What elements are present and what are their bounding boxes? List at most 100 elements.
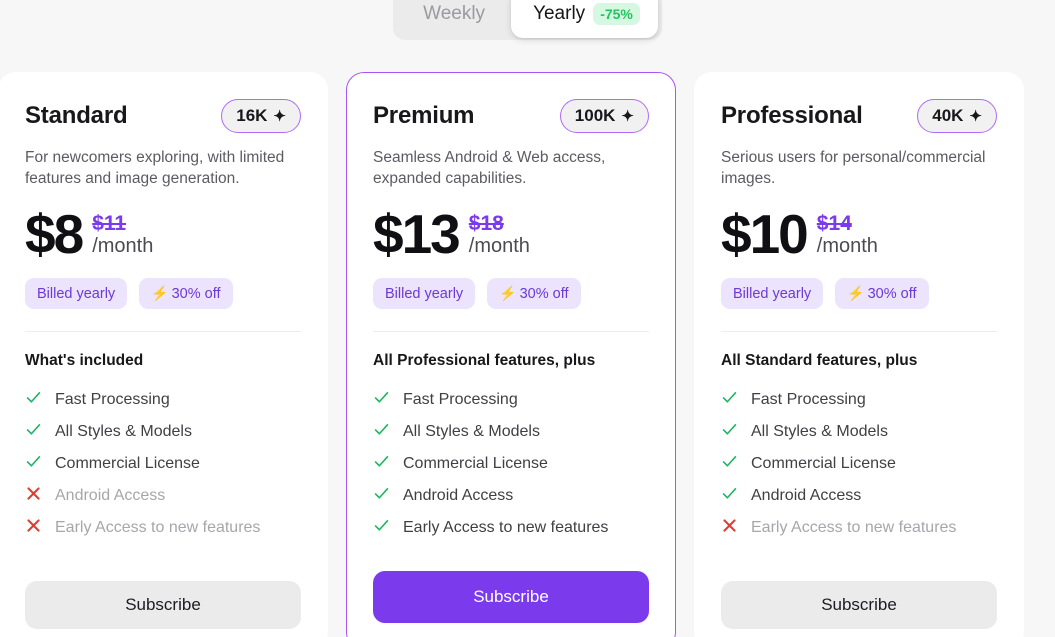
- price-pills: Billed yearly ⚡ 30% off: [721, 278, 997, 310]
- discount-pill-label: 30% off: [171, 285, 221, 302]
- billing-cycle-pill: Billed yearly: [373, 278, 476, 310]
- feature-item: Early Access to new features: [25, 512, 301, 544]
- pricing-card-standard: Standard 16K ✦ For newcomers exploring, wit…: [0, 72, 328, 637]
- discount-pill-label: 30% off: [519, 285, 569, 302]
- plan-description: Seamless Android & Web access, expanded …: [373, 149, 606, 187]
- card-divider: [25, 331, 301, 333]
- feature-item: Commercial License: [25, 448, 301, 480]
- feature-label: Commercial License: [55, 455, 200, 473]
- sparkle-icon: ✦: [273, 107, 286, 125]
- subscribe-button[interactable]: Subscribe: [25, 581, 301, 629]
- features-title: All Professional features, plus: [373, 352, 596, 370]
- credit-badge: 100K ✦: [559, 99, 649, 133]
- feature-label: Early Access to new features: [751, 519, 957, 537]
- feature-item: Commercial License: [373, 448, 649, 480]
- feature-item: Android Access: [25, 480, 301, 512]
- feature-item: Early Access to new features: [373, 512, 649, 544]
- check-icon: [25, 421, 42, 443]
- check-icon: [373, 453, 390, 475]
- check-icon: [373, 389, 390, 411]
- credit-amount: 16K: [236, 106, 268, 125]
- feature-label: All Styles & Models: [55, 423, 192, 441]
- feature-label: Early Access to new features: [403, 519, 609, 537]
- billing-toggle-option-weekly[interactable]: Weekly: [397, 0, 511, 34]
- check-icon: [721, 485, 738, 507]
- sparkle-icon: ✦: [621, 107, 634, 125]
- feature-item: All Styles & Models: [25, 416, 301, 448]
- price-row: $10 $14/month: [721, 202, 997, 265]
- features-title: What's included: [25, 352, 144, 370]
- price-original: $11: [92, 212, 127, 236]
- feature-item: All Styles & Models: [721, 416, 997, 448]
- billing-cycle-pill: Billed yearly: [721, 278, 824, 310]
- feature-label: Commercial License: [751, 455, 896, 473]
- price-period: /month: [468, 235, 530, 258]
- price-pills: Billed yearly ⚡ 30% off: [373, 278, 649, 310]
- subscribe-button[interactable]: Subscribe: [721, 581, 997, 629]
- price-current: $8: [25, 202, 84, 265]
- check-icon: [373, 517, 390, 539]
- feature-label: Fast Processing: [403, 391, 518, 409]
- feature-item: All Styles & Models: [373, 416, 649, 448]
- discount-pill: ⚡ 30% off: [139, 278, 233, 310]
- plan-description: Serious users for personal/commercial im…: [721, 149, 986, 187]
- price-period: /month: [92, 235, 154, 258]
- feature-label: Fast Processing: [751, 391, 866, 409]
- credit-badge: 16K ✦: [221, 99, 301, 133]
- feature-item: Commercial License: [721, 448, 997, 480]
- billing-toggle-label: Yearly: [533, 3, 586, 24]
- feature-item: Early Access to new features: [721, 512, 997, 544]
- price-row: $8 $11/month: [25, 202, 301, 265]
- features-list: Fast Processing All Styles & Models Commer…: [25, 384, 301, 544]
- credit-amount: 100K: [574, 106, 616, 125]
- feature-label: Commercial License: [403, 455, 548, 473]
- features-list: Fast Processing All Styles & Models Commer…: [721, 384, 997, 544]
- discount-pill-label: 30% off: [867, 285, 917, 302]
- feature-label: Fast Processing: [55, 391, 170, 409]
- billing-toggle-option-yearly[interactable]: Yearly -75%: [511, 0, 658, 38]
- card-header: Standard 16K ✦: [25, 99, 301, 133]
- feature-label: Android Access: [55, 487, 166, 505]
- price-row: $13 $18/month: [373, 206, 649, 261]
- credit-badge: 40K ✦: [917, 99, 997, 133]
- price-pills: Billed yearly ⚡ 30% off: [25, 278, 301, 310]
- price-original: $18: [468, 212, 504, 236]
- pricing-card-premium: Premium 100K ✦ Seamless Android & Web acces…: [346, 72, 676, 637]
- feature-label: All Styles & Models: [403, 423, 540, 441]
- feature-label: Android Access: [751, 487, 862, 505]
- feature-item: Fast Processing: [721, 384, 997, 416]
- billing-discount-chip: -75%: [593, 3, 640, 25]
- check-icon: [373, 485, 390, 507]
- check-icon: [373, 421, 390, 443]
- subscribe-button[interactable]: Subscribe: [373, 571, 649, 623]
- discount-pill: ⚡ 30% off: [835, 278, 929, 310]
- plan-name: Standard: [25, 102, 128, 129]
- check-icon: [25, 389, 42, 411]
- feature-item: Fast Processing: [25, 384, 301, 416]
- discount-pill: ⚡ 30% off: [487, 278, 581, 310]
- check-icon: [721, 453, 738, 475]
- credit-amount: 40K: [932, 106, 964, 125]
- feature-label: All Styles & Models: [751, 423, 888, 441]
- cross-icon: [721, 517, 738, 539]
- pricing-cards-row: Standard 16K ✦ For newcomers exploring, wit…: [0, 72, 1055, 637]
- sparkle-icon: ✦: [969, 107, 982, 125]
- billing-period-toggle: Weekly Yearly -75%: [0, 0, 1055, 56]
- check-icon: [721, 421, 738, 443]
- plan-name: Premium: [373, 102, 475, 129]
- card-divider: [373, 331, 649, 333]
- check-icon: [25, 453, 42, 475]
- features-title: All Standard features, plus: [721, 352, 918, 370]
- check-icon: [721, 389, 738, 411]
- feature-label: Early Access to new features: [55, 519, 261, 537]
- lightning-bolt-icon: ⚡: [151, 285, 169, 302]
- billing-toggle-label: Weekly: [423, 3, 486, 24]
- plan-description: For newcomers exploring, with limited fe…: [25, 149, 285, 187]
- feature-item: Fast Processing: [373, 384, 649, 416]
- price-current: $10: [721, 202, 809, 265]
- feature-label: Android Access: [403, 487, 514, 505]
- price-original: $14: [816, 212, 852, 236]
- card-divider: [721, 331, 997, 333]
- card-header: Professional 40K ✦: [721, 99, 997, 133]
- billing-toggle-track: Weekly Yearly -75%: [393, 0, 662, 40]
